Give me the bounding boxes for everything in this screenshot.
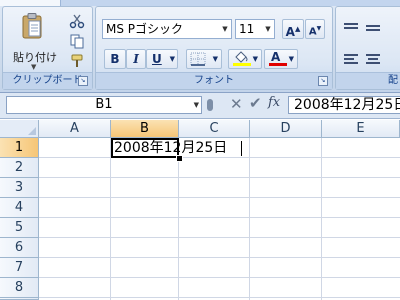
column-header-a[interactable]: A: [39, 120, 111, 138]
gridline: [321, 138, 322, 300]
name-box[interactable]: B1 ▼: [6, 96, 202, 114]
row-header-6[interactable]: 6: [0, 238, 39, 258]
cut-icon[interactable]: [69, 13, 85, 29]
enter-icon[interactable]: ✔: [249, 94, 262, 112]
font-color-button[interactable]: A ▼: [264, 49, 298, 69]
font-group-label: フォント: [96, 72, 332, 89]
row-header-5[interactable]: 5: [0, 218, 39, 238]
fill-color-swatch: [233, 63, 251, 66]
clipboard-icon: [22, 13, 42, 39]
text-cursor: [241, 141, 242, 156]
column-header-e[interactable]: E: [322, 120, 400, 138]
font-color-swatch: [269, 63, 287, 66]
chevron-down-icon[interactable]: ▼: [219, 20, 231, 38]
font-size-value: 11: [239, 22, 255, 36]
cell-b1-value: 2008年12月25日: [114, 140, 228, 156]
select-all-button[interactable]: [0, 120, 39, 138]
chevron-down-icon: ▼: [169, 55, 175, 63]
align-top-icon[interactable]: [342, 19, 360, 37]
chevron-down-icon[interactable]: ▼: [194, 97, 199, 113]
column-header-c[interactable]: C: [179, 120, 250, 138]
alignment-group: 配: [335, 6, 400, 90]
gridline: [178, 138, 179, 300]
gridline: [39, 237, 400, 238]
gridline: [39, 177, 400, 178]
grow-font-button[interactable]: A▲: [282, 19, 304, 39]
row-header-7[interactable]: 7: [0, 258, 39, 278]
formula-input[interactable]: 2008年12月25日: [288, 96, 400, 114]
borders-icon: [190, 52, 206, 66]
gridline: [39, 257, 400, 258]
borders-button[interactable]: ▼: [186, 49, 222, 69]
font-name-select[interactable]: MS Pゴシック ▼: [102, 19, 232, 39]
copy-icon[interactable]: [69, 33, 85, 49]
gridline: [249, 138, 250, 300]
format-painter-icon[interactable]: [69, 53, 85, 69]
paste-button[interactable]: 貼り付け ▼: [11, 11, 57, 71]
gridline: [39, 297, 400, 298]
chevron-down-icon: ▼: [31, 63, 37, 71]
underline-button[interactable]: U ▼: [146, 49, 178, 69]
gridline: [39, 217, 400, 218]
align-center-icon[interactable]: [364, 51, 382, 69]
row-header-3[interactable]: 3: [0, 178, 39, 198]
row-header-2[interactable]: 2: [0, 158, 39, 178]
align-middle-icon[interactable]: [364, 19, 382, 37]
formula-bar-splitter[interactable]: [207, 99, 213, 111]
gridline: [110, 138, 111, 300]
name-box-value: B1: [95, 97, 113, 112]
row-header-1[interactable]: 1: [0, 138, 39, 158]
row-header-4[interactable]: 4: [0, 198, 39, 218]
clipboard-group: 貼り付け ▼ クリップボード ↘: [2, 6, 93, 90]
shrink-font-button[interactable]: A▼: [305, 19, 325, 39]
fill-handle[interactable]: [176, 155, 183, 162]
gridline: [39, 277, 400, 278]
dialog-launcher-icon[interactable]: ↘: [318, 76, 328, 86]
gridline: [39, 157, 400, 158]
font-size-select[interactable]: 11 ▼: [235, 19, 275, 39]
column-header-d[interactable]: D: [250, 120, 322, 138]
italic-button[interactable]: I: [126, 49, 146, 69]
font-group: MS Pゴシック ▼ 11 ▼ A▲ A▼ B I U ▼ ▼ ▼ A ▼ フォ…: [95, 6, 333, 90]
insert-function-icon[interactable]: fx: [268, 95, 280, 110]
cancel-icon[interactable]: ✕: [230, 95, 243, 113]
alignment-group-label: 配: [336, 72, 400, 89]
ribbon: 貼り付け ▼ クリップボード ↘ MS Pゴシック ▼ 11 ▼ A▲ A▼ B…: [0, 0, 400, 93]
bold-button[interactable]: B: [104, 49, 126, 69]
chevron-down-icon[interactable]: ▼: [262, 20, 274, 38]
formula-bar: B1 ▼ ✕ ✔ fx 2008年12月25日: [0, 93, 400, 119]
column-header-b[interactable]: B: [111, 120, 179, 138]
dialog-launcher-icon[interactable]: ↘: [78, 76, 88, 86]
gridline: [39, 197, 400, 198]
worksheet-grid[interactable]: A B C D E 1 2 3 4 5 6 7 8 9 2008年12月25日: [0, 120, 400, 300]
row-header-8[interactable]: 8: [0, 278, 39, 298]
fill-color-button[interactable]: ▼: [228, 49, 262, 69]
align-left-icon[interactable]: [342, 51, 360, 69]
font-name-value: MS Pゴシック: [106, 22, 184, 36]
